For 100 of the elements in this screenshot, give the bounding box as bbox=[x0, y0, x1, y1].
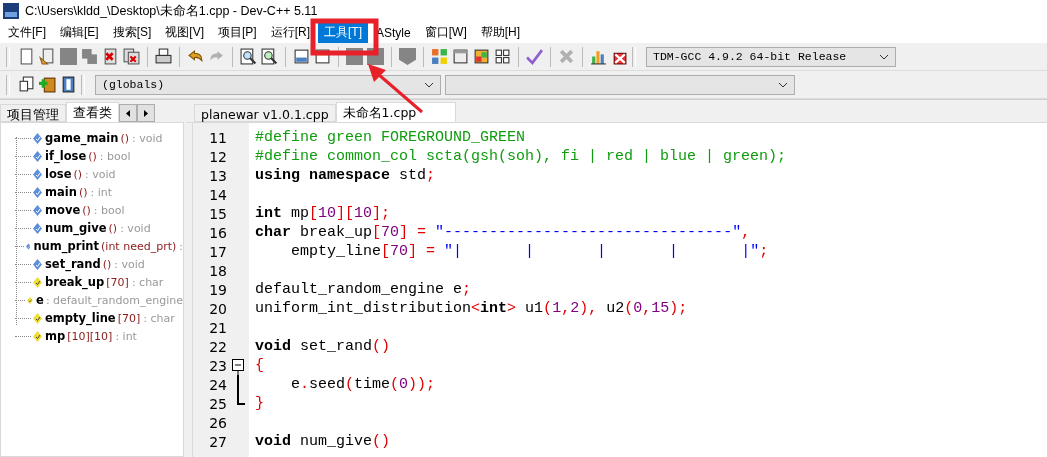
window-title: C:\Users\kldd_\Desktop\未命名1.cpp - Dev-C++ 5.11 bbox=[25, 2, 318, 20]
panel-tab[interactable]: 查看类 bbox=[66, 102, 119, 122]
symbol-name[interactable]: move bbox=[45, 203, 81, 217]
line-number: 11 bbox=[208, 129, 227, 146]
goto-icon bbox=[18, 76, 35, 93]
symbol-arguments: () bbox=[82, 203, 91, 217]
method-icon bbox=[33, 132, 42, 144]
symbol-name[interactable]: empty_line bbox=[45, 311, 116, 325]
symbol-arguments: (int need_prt) bbox=[101, 239, 177, 253]
line-number: 16 bbox=[208, 224, 227, 241]
symbol-name[interactable]: lose bbox=[45, 167, 72, 181]
toolbar-button[interactable] bbox=[16, 74, 37, 95]
symbol-name[interactable]: num_give bbox=[45, 221, 107, 235]
symbol-name[interactable]: if_lose bbox=[45, 149, 87, 163]
menu-item[interactable]: 帮助[H] bbox=[474, 22, 527, 43]
symbol-type: : bool bbox=[99, 149, 131, 163]
menu-item[interactable]: 运行[R] bbox=[264, 22, 317, 43]
symbol-arguments: [10][10] bbox=[67, 329, 113, 343]
window-icon bbox=[452, 48, 469, 65]
symbol-arguments: () bbox=[108, 221, 118, 235]
toolbar-button[interactable] bbox=[153, 46, 174, 67]
line-number: 18 bbox=[208, 262, 227, 279]
line-number: 27 bbox=[208, 433, 227, 450]
symbol-type: : default_random_engine bbox=[45, 293, 183, 307]
line-number: 26 bbox=[208, 414, 227, 431]
code-line: #define common_col scta(gsh(soh), fi | red | blue | green); bbox=[255, 148, 787, 165]
toolbar-button[interactable] bbox=[259, 46, 280, 67]
method-icon bbox=[33, 150, 42, 162]
variable-icon bbox=[33, 312, 42, 324]
app-icon bbox=[3, 3, 19, 19]
left-arrow-icon bbox=[126, 109, 130, 117]
fold-toggle-icon[interactable] bbox=[231, 356, 245, 375]
symbol-type: : int bbox=[90, 185, 112, 199]
grid-icon bbox=[431, 48, 448, 65]
code-line: empty_line[70] = "| | | | |"; bbox=[290, 243, 769, 260]
bookmark-icon bbox=[60, 76, 77, 93]
method-icon bbox=[33, 168, 42, 180]
editor-tab[interactable]: 未命名1.cpp bbox=[335, 102, 456, 122]
menu-item[interactable]: 项目[P] bbox=[212, 22, 263, 43]
variable-icon bbox=[33, 330, 42, 342]
line-number: 21 bbox=[208, 319, 227, 336]
toolbar-button[interactable] bbox=[238, 46, 259, 67]
right-arrow-icon bbox=[144, 109, 148, 117]
method-icon bbox=[33, 258, 42, 270]
dropdown-caret-icon bbox=[879, 53, 889, 60]
symbol-name[interactable]: mp bbox=[45, 329, 66, 343]
menu-item[interactable]: 视图[V] bbox=[159, 22, 210, 43]
scope-select[interactable]: (globals) bbox=[95, 74, 441, 95]
printer-icon bbox=[155, 48, 172, 65]
symbol-arguments: () bbox=[78, 185, 88, 199]
line-number: 17 bbox=[208, 243, 227, 260]
symbol-arguments: [70] bbox=[117, 311, 141, 325]
line-number: 20 bbox=[208, 300, 227, 317]
symbol-type: : bbox=[179, 239, 183, 253]
code-line: e.seed(time(0)); bbox=[290, 376, 436, 393]
line-number: 14 bbox=[208, 186, 227, 203]
code-line: default_random_engine e; bbox=[255, 281, 472, 298]
code-line: int mp[10][10]; bbox=[255, 205, 391, 222]
symbol-name[interactable]: game_main bbox=[45, 131, 119, 145]
variable-icon bbox=[33, 276, 42, 288]
symbol-name[interactable]: num_print bbox=[33, 239, 100, 253]
editor-tab[interactable]: planewar v1.0.1.cpp bbox=[194, 104, 336, 122]
line-number: 23 bbox=[208, 357, 227, 374]
compiler-select[interactable]: TDM-GCC 4.9.2 64-bit Release bbox=[646, 46, 896, 67]
symbol-type: : void bbox=[114, 257, 145, 271]
menu-item[interactable]: 文件[F] bbox=[2, 22, 52, 43]
symbol-arguments: () bbox=[73, 167, 83, 181]
symbol-arguments: [70] bbox=[106, 275, 129, 289]
line-number: 19 bbox=[208, 281, 227, 298]
dropdown-caret-icon bbox=[778, 81, 788, 88]
debug-icon bbox=[399, 48, 416, 65]
menu-item[interactable]: AStyle bbox=[370, 23, 417, 42]
symbol-type: : char bbox=[131, 275, 164, 289]
symbol-name[interactable]: main bbox=[45, 185, 77, 199]
menu-item[interactable]: 搜索[S] bbox=[106, 22, 158, 43]
toolbar-button[interactable] bbox=[471, 46, 492, 67]
code-line: void set_rand() bbox=[255, 338, 391, 355]
tiles-icon bbox=[494, 48, 511, 65]
replace-icon bbox=[261, 48, 278, 65]
menu-item[interactable]: 编辑[E] bbox=[54, 22, 105, 43]
palette-icon bbox=[473, 48, 490, 65]
panel-tab[interactable]: 项目管理 bbox=[0, 104, 66, 122]
toolbar-button[interactable] bbox=[492, 46, 513, 67]
toolbar-button[interactable] bbox=[37, 74, 58, 95]
symbol-name[interactable]: set_rand bbox=[45, 257, 101, 271]
symbol-type: : void bbox=[132, 131, 163, 145]
close-all-icon bbox=[123, 48, 140, 65]
line-number: 15 bbox=[208, 205, 227, 222]
dropdown-caret-icon bbox=[424, 81, 434, 88]
symbol-name[interactable]: break_up bbox=[45, 275, 105, 289]
line-number: 13 bbox=[208, 167, 227, 184]
line-number: 24 bbox=[208, 376, 227, 393]
menu-item[interactable]: 工具[T] bbox=[318, 22, 369, 43]
symbol-type: : char bbox=[143, 311, 175, 325]
open-file-icon bbox=[39, 48, 56, 65]
scroll-right-button[interactable] bbox=[137, 104, 155, 122]
menu-item[interactable]: 窗口[W] bbox=[418, 22, 473, 43]
scroll-left-button[interactable] bbox=[119, 104, 137, 122]
symbol-name[interactable]: e bbox=[36, 293, 44, 307]
code-line: #define green FOREGROUND_GREEN bbox=[255, 129, 526, 146]
